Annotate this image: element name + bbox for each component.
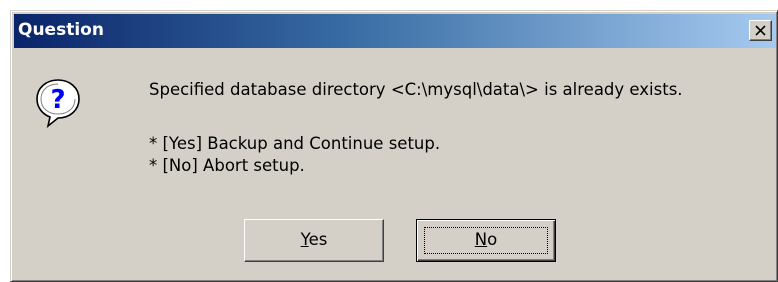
no-button[interactable]: No: [416, 219, 556, 262]
question-dialog: Question ? Specified database directory …: [10, 10, 778, 282]
title-bar[interactable]: Question: [14, 14, 776, 48]
close-icon: [755, 25, 766, 36]
detail-no-option: * [No] Abort setup.: [149, 156, 305, 175]
dialog-message: Specified database directory <C:\mysql\d…: [149, 80, 683, 99]
yes-mnemonic: Y: [300, 230, 309, 249]
yes-button-label: Yes: [245, 229, 383, 251]
no-label-rest: o: [487, 230, 498, 249]
detail-yes-option: * [Yes] Backup and Continue setup.: [149, 134, 441, 153]
question-mark-glyph: ?: [50, 85, 65, 115]
no-mnemonic: N: [474, 230, 488, 249]
yes-button[interactable]: Yes: [244, 219, 384, 262]
no-button-label: No: [417, 229, 555, 251]
dialog-title: Question: [18, 20, 104, 40]
close-button[interactable]: [749, 20, 772, 41]
yes-label-rest: es: [308, 230, 328, 249]
question-mark-icon: ?: [36, 79, 80, 129]
